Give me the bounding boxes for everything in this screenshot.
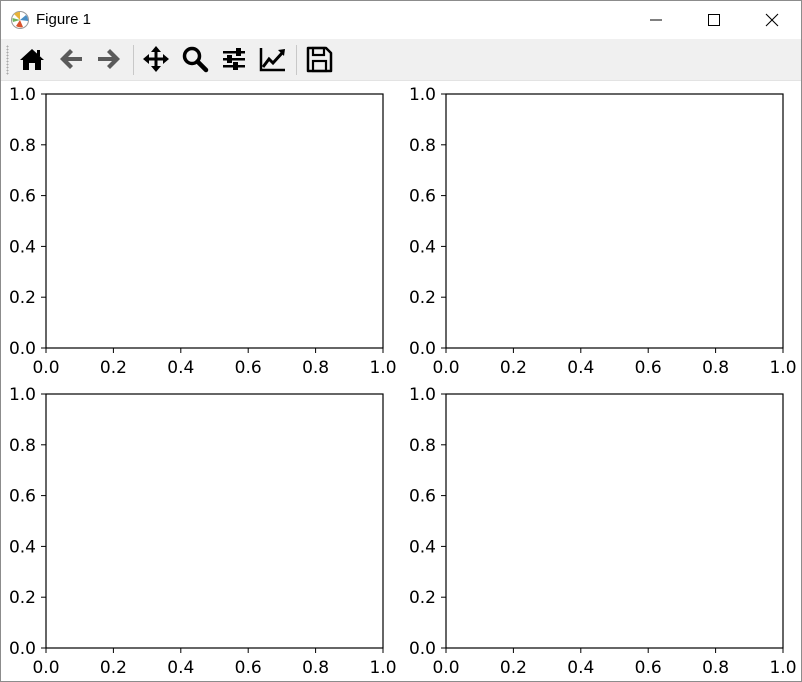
y-tick-label: 0.6 <box>9 487 36 507</box>
x-tick-label: 0.6 <box>235 658 262 678</box>
figure-window: Figure 1 0.0 0.2 0.4 0.6 0.8 1.0 0.0 0.2… <box>0 0 802 682</box>
toolbar-grip[interactable] <box>6 45 9 75</box>
y-tick-label: 0.6 <box>409 187 436 207</box>
arrow-left-icon <box>60 49 82 69</box>
y-tick-label: 1.0 <box>409 85 436 105</box>
y-tick-label: 0.0 <box>409 639 436 659</box>
x-tick-label: 1.0 <box>369 358 396 378</box>
y-tick-label: 0.8 <box>409 136 436 156</box>
y-tick-label: 0.4 <box>9 237 36 257</box>
save-button[interactable] <box>302 42 336 76</box>
y-tick-label: 0.8 <box>409 436 436 456</box>
zoom-button[interactable] <box>178 42 212 76</box>
arrow-right-icon <box>98 49 120 69</box>
subplot-axes-4: 0.0 0.2 0.4 0.6 0.8 1.0 0.0 0.2 0.4 0.6 0.8 1.0 <box>409 385 797 678</box>
matplotlib-logo-icon <box>11 11 29 29</box>
floppy-disk-icon <box>306 46 333 73</box>
x-tick-label: 0.0 <box>432 358 459 378</box>
minimize-icon <box>650 19 662 21</box>
y-tick-label: 0.0 <box>9 339 36 359</box>
axes-frame <box>45 93 384 349</box>
toolbar-separator <box>133 45 134 75</box>
x-tick-label: 0.6 <box>635 658 662 678</box>
x-tick-label: 1.0 <box>769 658 796 678</box>
y-tick-label: 0.0 <box>409 339 436 359</box>
line-chart-icon <box>259 48 285 72</box>
y-tick-label: 1.0 <box>9 385 36 405</box>
maximize-icon <box>708 14 720 26</box>
axes-frame <box>445 393 784 649</box>
forward-button[interactable] <box>92 42 126 76</box>
x-tick-label: 0.2 <box>500 658 527 678</box>
maximize-button[interactable] <box>685 1 743 39</box>
subplot-axes-1: 0.0 0.2 0.4 0.6 0.8 1.0 0.0 0.2 0.4 0.6 0.8 1.0 <box>9 85 397 378</box>
minimize-button[interactable] <box>627 1 685 39</box>
x-tick-label: 0.6 <box>235 358 262 378</box>
y-tick-label: 0.4 <box>9 537 36 557</box>
y-tick-label: 0.2 <box>9 288 36 308</box>
sliders-icon <box>223 48 245 70</box>
toolbar-separator <box>296 45 297 75</box>
edit-axis-button[interactable] <box>255 42 289 76</box>
y-tick-label: 0.2 <box>9 588 36 608</box>
figure-canvas[interactable]: 0.0 0.2 0.4 0.6 0.8 1.0 0.0 0.2 0.4 0.6 0.8 1.0 0.0 0… <box>1 81 801 681</box>
subplots-canvas[interactable]: 0.0 0.2 0.4 0.6 0.8 1.00.00.20.40.60.81.00.0 0… <box>1 81 801 681</box>
x-tick-label: 0.4 <box>567 358 594 378</box>
x-tick-label: 0.8 <box>702 658 729 678</box>
close-button[interactable] <box>743 1 801 39</box>
x-tick-label: 0.2 <box>500 358 527 378</box>
move-arrows-icon <box>143 46 169 72</box>
x-tick-label: 1.0 <box>369 658 396 678</box>
x-tick-label: 0.4 <box>167 358 194 378</box>
x-tick-label: 0.4 <box>167 658 194 678</box>
magnifier-icon <box>182 46 209 73</box>
title-bar[interactable]: Figure 1 <box>1 1 801 39</box>
x-tick-label: 0.6 <box>635 358 662 378</box>
x-tick-label: 1.0 <box>769 358 796 378</box>
configure-subplots-button[interactable] <box>217 42 251 76</box>
navigation-toolbar <box>1 39 801 81</box>
y-tick-label: 0.8 <box>9 436 36 456</box>
close-icon <box>765 13 779 27</box>
subplot-axes-2: 0.0 0.2 0.4 0.6 0.8 1.0 0.0 0.2 0.4 0.6 0.8 1.0 <box>409 85 797 378</box>
y-tick-label: 0.6 <box>409 487 436 507</box>
x-tick-label: 0.0 <box>32 658 59 678</box>
x-tick-label: 0.8 <box>302 358 329 378</box>
window-title: Figure 1 <box>36 11 92 28</box>
x-tick-label: 0.0 <box>432 658 459 678</box>
y-tick-label: 0.4 <box>409 537 436 557</box>
axes-frame <box>45 393 384 649</box>
y-tick-label: 0.0 <box>9 639 36 659</box>
back-button[interactable] <box>54 42 88 76</box>
y-tick-label: 0.2 <box>409 288 436 308</box>
home-button[interactable] <box>15 42 49 76</box>
x-tick-label: 0.8 <box>302 658 329 678</box>
x-tick-label: 0.4 <box>567 658 594 678</box>
pan-button[interactable] <box>139 42 173 76</box>
x-tick-label: 0.0 <box>32 358 59 378</box>
subplot-axes-3: 0.0 0.2 0.4 0.6 0.8 1.0 0.0 0.2 0.4 0.6 0.8 1.0 <box>9 385 397 678</box>
y-tick-label: 0.4 <box>409 237 436 257</box>
x-tick-label: 0.8 <box>702 358 729 378</box>
axes-frame <box>445 93 784 349</box>
y-tick-label: 0.8 <box>9 136 36 156</box>
x-tick-label: 0.2 <box>100 658 127 678</box>
y-tick-label: 1.0 <box>9 85 36 105</box>
x-tick-label: 0.2 <box>100 358 127 378</box>
y-tick-label: 0.2 <box>409 588 436 608</box>
y-tick-label: 1.0 <box>409 385 436 405</box>
home-icon <box>20 49 44 70</box>
y-tick-label: 0.6 <box>9 187 36 207</box>
